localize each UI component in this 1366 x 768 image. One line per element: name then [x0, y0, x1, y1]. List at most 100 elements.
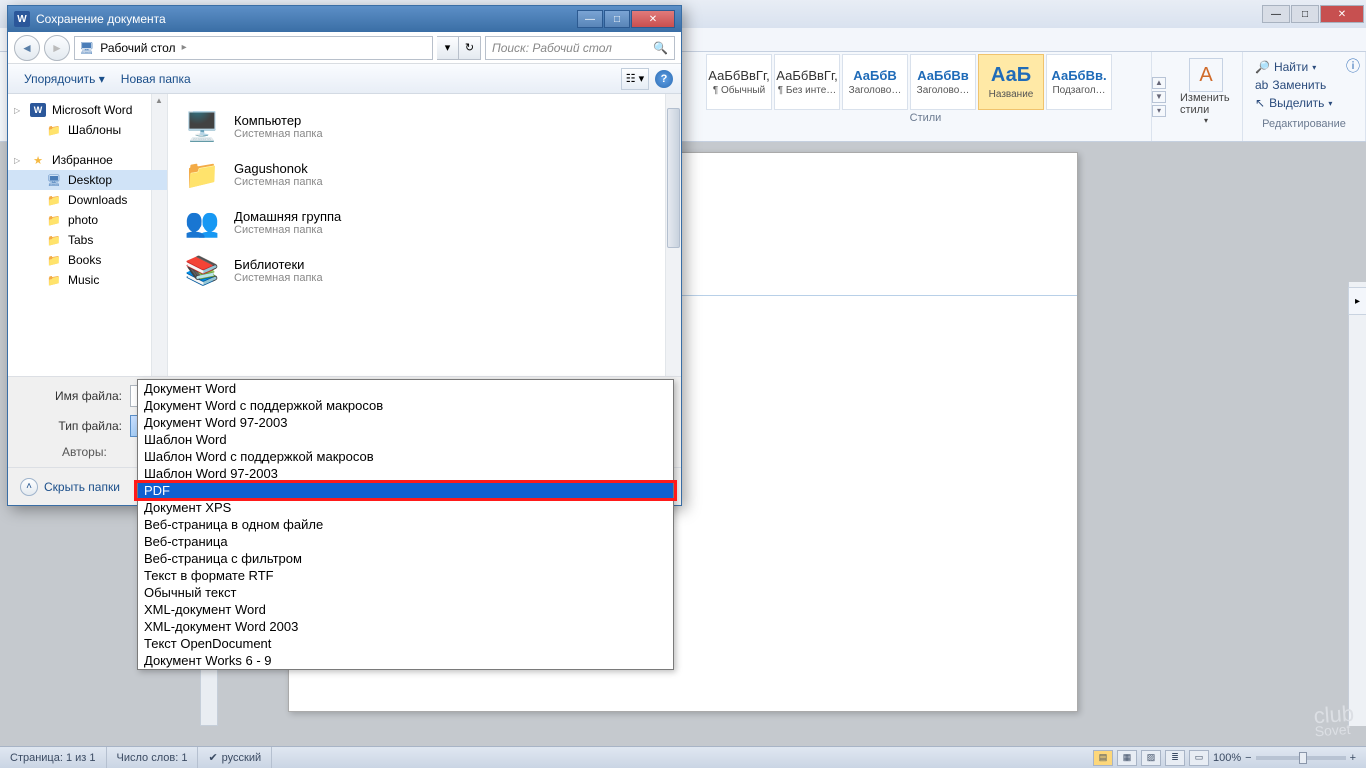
dropdown-option[interactable]: Шаблон Word 97-2003 [138, 465, 673, 482]
change-styles-button[interactable]: A Изменить стили ▾ [1176, 54, 1236, 129]
nav-downloads[interactable]: 📁Downloads [8, 190, 167, 210]
folder-icon: 📁 [46, 123, 62, 137]
zoom-in[interactable]: + [1350, 752, 1356, 764]
styles-expand[interactable]: ▲▼▾ [1152, 52, 1170, 141]
zoom-slider[interactable] [1256, 756, 1346, 760]
zoom-out[interactable]: − [1245, 752, 1251, 764]
folder-icon: 📁 [46, 193, 62, 207]
print-layout-view[interactable]: ▤ [1093, 750, 1113, 766]
draft-view[interactable]: ▭ [1189, 750, 1209, 766]
status-bar: Страница: 1 из 1 Число слов: 1 ✔русский … [0, 746, 1366, 768]
dropdown-option[interactable]: Документ Works 6 - 9 [138, 652, 673, 669]
minimize-button[interactable]: — [1262, 5, 1290, 23]
close-button[interactable]: ✕ [1320, 5, 1364, 23]
search-input[interactable]: Поиск: Рабочий стол 🔍 [485, 36, 675, 60]
nav-tabs[interactable]: 📁Tabs [8, 230, 167, 250]
nav-templates[interactable]: 📁Шаблоны [8, 120, 167, 140]
address-dropdown[interactable]: ▾ [437, 36, 459, 60]
item-icon: 📚 [180, 250, 224, 290]
dialog-titlebar[interactable]: W Сохранение документа — □ ✕ [8, 6, 681, 32]
dropdown-option[interactable]: Документ XPS [138, 499, 673, 516]
item-icon: 👥 [180, 202, 224, 242]
search-icon: 🔍 [653, 41, 668, 55]
star-icon: ★ [30, 153, 46, 167]
new-folder-button[interactable]: Новая папка [113, 68, 199, 90]
replace-icon: ab [1255, 78, 1268, 92]
desktop-icon: 🖥 [79, 41, 94, 55]
language-indicator[interactable]: ✔русский [198, 747, 272, 768]
dropdown-option[interactable]: Документ Word 97-2003 [138, 414, 673, 431]
dropdown-option[interactable]: Текст OpenDocument [138, 635, 673, 652]
dialog-close[interactable]: ✕ [631, 10, 675, 28]
chevron-up-icon: ˄ [20, 478, 38, 496]
filetype-dropdown[interactable]: Документ WordДокумент Word с поддержкой … [137, 379, 674, 670]
content-item[interactable]: 📚БиблиотекиСистемная папка [172, 246, 677, 294]
dropdown-option[interactable]: PDF [138, 482, 673, 499]
fullscreen-view[interactable]: ▦ [1117, 750, 1137, 766]
dropdown-option[interactable]: Веб-страница с фильтром [138, 550, 673, 567]
zoom-level[interactable]: 100% [1213, 752, 1241, 764]
content-item[interactable]: 🖥️КомпьютерСистемная папка [172, 102, 677, 150]
dropdown-option[interactable]: Текст в формате RTF [138, 567, 673, 584]
nav-word[interactable]: ▷WMicrosoft Word [8, 100, 167, 120]
nav-music[interactable]: 📁Music [8, 270, 167, 290]
chevron-right-icon[interactable]: ▸ [182, 42, 187, 53]
refresh-button[interactable]: ↻ [459, 36, 481, 60]
web-view[interactable]: ▨ [1141, 750, 1161, 766]
address-bar[interactable]: 🖥 Рабочий стол ▸ [74, 36, 433, 60]
dialog-nav-bar: ◄ ► 🖥 Рабочий стол ▸ ▾ ↻ Поиск: Рабочий … [8, 32, 681, 64]
hide-folders-button[interactable]: ˄ Скрыть папки [20, 478, 120, 496]
dropdown-option[interactable]: Веб-страница [138, 533, 673, 550]
find-button[interactable]: 🔎Найти ▾ [1255, 58, 1353, 76]
nav-favorites[interactable]: ▷★Избранное [8, 150, 167, 170]
filetype-label: Тип файла: [22, 419, 122, 433]
dialog-toolbar: Упорядочить ▾ Новая папка ☷ ▾ ? [8, 64, 681, 94]
dropdown-option[interactable]: Обычный текст [138, 584, 673, 601]
dialog-maximize[interactable]: □ [604, 10, 630, 28]
style-gallery-item[interactable]: АаБбВвГг,¶ Обычный [706, 54, 772, 110]
dropdown-option[interactable]: Документ Word [138, 380, 673, 397]
item-icon: 📁 [180, 154, 224, 194]
maximize-button[interactable]: □ [1291, 5, 1319, 23]
folder-icon: 📁 [46, 273, 62, 287]
style-gallery-item[interactable]: АаБбВЗаголово… [842, 54, 908, 110]
dialog-help[interactable]: ? [655, 70, 673, 88]
page-indicator[interactable]: Страница: 1 из 1 [0, 747, 107, 768]
nav-books[interactable]: 📁Books [8, 250, 167, 270]
view-options[interactable]: ☷ ▾ [621, 68, 649, 90]
dialog-minimize[interactable]: — [577, 10, 603, 28]
dropdown-option[interactable]: Веб-страница в одном файле [138, 516, 673, 533]
content-item[interactable]: 📁GagushonokСистемная папка [172, 150, 677, 198]
nav-back[interactable]: ◄ [14, 35, 40, 61]
content-scrollbar[interactable] [665, 94, 681, 376]
change-styles-icon: A [1189, 58, 1223, 92]
desktop-icon: 🖥 [46, 173, 62, 187]
spellcheck-icon: ✔ [208, 751, 217, 764]
content-item[interactable]: 👥Домашняя группаСистемная папка [172, 198, 677, 246]
style-gallery-item[interactable]: АаБНазвание [978, 54, 1044, 110]
styles-group-label: Стили [706, 112, 1145, 124]
dropdown-option[interactable]: Документ Word с поддержкой макросов [138, 397, 673, 414]
style-gallery-item[interactable]: АаБбВв.Подзагол… [1046, 54, 1112, 110]
select-button[interactable]: ↖Выделить ▾ [1255, 94, 1353, 112]
nav-photo[interactable]: 📁photo [8, 210, 167, 230]
dropdown-option[interactable]: Шаблон Word [138, 431, 673, 448]
outline-view[interactable]: ≣ [1165, 750, 1185, 766]
word-count[interactable]: Число слов: 1 [107, 747, 199, 768]
side-panel-tab[interactable]: ▸ [1348, 287, 1366, 315]
nav-desktop[interactable]: 🖥Desktop [8, 170, 167, 190]
style-gallery-item[interactable]: АаБбВвЗаголово… [910, 54, 976, 110]
help-icon[interactable]: ⓘ [1346, 56, 1360, 76]
dropdown-option[interactable]: Шаблон Word с поддержкой макросов [138, 448, 673, 465]
replace-button[interactable]: abЗаменить [1255, 76, 1353, 94]
editing-group-label: Редактирование [1249, 118, 1359, 130]
folder-icon: 📁 [46, 213, 62, 227]
cursor-icon: ↖ [1255, 96, 1265, 110]
organize-button[interactable]: Упорядочить ▾ [16, 68, 113, 90]
dropdown-option[interactable]: XML-документ Word 2003 [138, 618, 673, 635]
style-gallery-item[interactable]: АаБбВвГг,¶ Без инте… [774, 54, 840, 110]
word-icon: W [14, 11, 30, 27]
vertical-scrollbar[interactable] [1348, 282, 1366, 726]
nav-forward[interactable]: ► [44, 35, 70, 61]
dropdown-option[interactable]: XML-документ Word [138, 601, 673, 618]
